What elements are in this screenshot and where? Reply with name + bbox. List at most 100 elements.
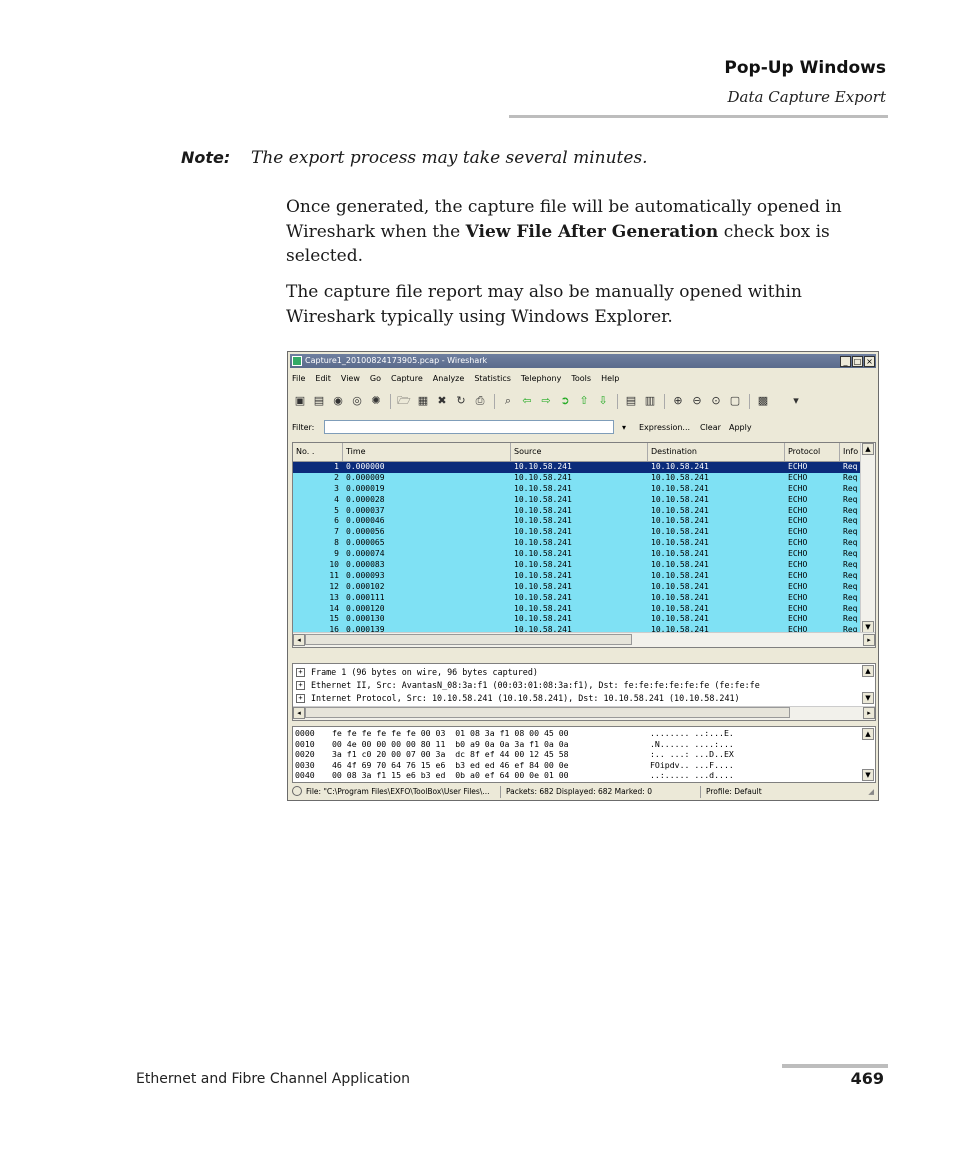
packet-row[interactable]: 10 0.000083 10.10.58.241 10.10.58.241 ECHO Re… bbox=[293, 560, 861, 571]
packet-row[interactable]: 5 0.000037 10.10.58.241 10.10.58.241 ECHO Req bbox=[293, 505, 861, 517]
resize-grip-icon[interactable]: ◢ bbox=[868, 785, 874, 799]
detail-ethernet[interactable]: + Ethernet II, Src: AvantasN_08:3a:f1 (00… bbox=[296, 679, 760, 692]
packet-row[interactable]: 4 0.000028 10.10.58.241 10.10.58.241 ECHO Req bbox=[293, 494, 861, 506]
print-icon[interactable]: ⎙ bbox=[472, 393, 488, 409]
packet-row[interactable]: 9 0.000074 10.10.58.241 10.10.58.241 ECHO Req bbox=[293, 549, 861, 561]
start-capture-icon[interactable]: ◉ bbox=[330, 393, 346, 409]
zoom-out-icon[interactable]: ⊖ bbox=[689, 393, 705, 409]
apply-button[interactable]: Apply bbox=[729, 420, 752, 436]
page-header-subtitle: Data Capture Export bbox=[727, 88, 886, 106]
expand-icon[interactable]: + bbox=[296, 694, 305, 703]
interfaces-icon[interactable]: ▣ bbox=[292, 393, 308, 409]
scroll-right-icon[interactable]: ▸ bbox=[863, 707, 875, 719]
status-profile[interactable]: Profile: Default bbox=[706, 785, 762, 799]
save-icon[interactable]: ▦ bbox=[415, 393, 431, 409]
expand-icon[interactable]: + bbox=[296, 668, 305, 677]
status-indicator-icon[interactable] bbox=[292, 786, 302, 796]
hex-line[interactable]: 0030 46 4f 69 70 64 76 15 e6 b3 ed ed 46 … bbox=[295, 760, 855, 771]
packet-row[interactable]: 14 0.000120 10.10.58.241 10.10.58.241 ECHO Re… bbox=[293, 603, 861, 615]
packet-source: 10.10.58.241 bbox=[514, 472, 572, 482]
colorize-icon[interactable]: ▤ bbox=[623, 393, 639, 409]
scroll-right-icon[interactable]: ▸ bbox=[863, 634, 875, 646]
resize-columns-icon[interactable]: ▢ bbox=[727, 393, 743, 409]
filter-input[interactable] bbox=[324, 420, 614, 434]
hex-line[interactable]: 0020 3a f1 c0 20 00 07 00 3a dc 8f ef 44 … bbox=[295, 749, 855, 760]
packet-list-hscrollbar[interactable]: ◂ ▸ bbox=[293, 632, 875, 647]
hex-line[interactable]: 0000 fe fe fe fe fe fe 00 03 01 08 3a f1 … bbox=[295, 728, 855, 739]
restart-capture-icon[interactable]: ✺ bbox=[368, 393, 384, 409]
scroll-up-icon[interactable]: ▲ bbox=[862, 728, 874, 740]
detail-frame[interactable]: + Frame 1 (96 bytes on wire, 96 bytes cap… bbox=[296, 666, 538, 679]
close-file-icon[interactable]: ✖ bbox=[434, 393, 450, 409]
menu-telephony[interactable]: Telephony bbox=[521, 374, 561, 383]
details-hscroll-thumb[interactable] bbox=[305, 707, 790, 718]
packet-row[interactable]: 1 0.000000 10.10.58.241 10.10.58.241 ECHO Req bbox=[293, 462, 861, 473]
find-icon[interactable]: ⌕ bbox=[500, 393, 516, 409]
autoscroll-icon[interactable]: ▥ bbox=[642, 393, 658, 409]
packet-no: 13 bbox=[329, 592, 339, 602]
detail-ip[interactable]: + Internet Protocol, Src: 10.10.58.241 (1… bbox=[296, 692, 740, 705]
scroll-up-icon[interactable]: ▲ bbox=[862, 443, 874, 455]
go-to-packet-icon[interactable]: ➲ bbox=[557, 393, 573, 409]
expression-button[interactable]: Expression... bbox=[639, 420, 690, 436]
menu-statistics[interactable]: Statistics bbox=[474, 374, 511, 383]
capture-filters-icon[interactable]: ▩ bbox=[755, 393, 771, 409]
column-no[interactable]: No. . bbox=[293, 443, 343, 461]
stop-capture-icon[interactable]: ◎ bbox=[349, 393, 365, 409]
minimize-icon[interactable]: _ bbox=[840, 356, 851, 367]
last-packet-icon[interactable]: ⇩ bbox=[595, 393, 611, 409]
scroll-up-icon[interactable]: ▲ bbox=[862, 665, 874, 677]
packet-time: 0.000074 bbox=[346, 549, 385, 559]
menu-capture[interactable]: Capture bbox=[391, 374, 423, 383]
reload-icon[interactable]: ↻ bbox=[453, 393, 469, 409]
packet-time: 0.000111 bbox=[346, 592, 385, 602]
hex-offset: 0050 bbox=[295, 781, 315, 783]
packet-row[interactable]: 11 0.000093 10.10.58.241 10.10.58.241 ECHO Re… bbox=[293, 570, 861, 582]
hex-line[interactable]: 0050 00 00 00 00 00 00 6f 8d d8 cc 00 00 … bbox=[295, 781, 855, 783]
menu-help[interactable]: Help bbox=[601, 374, 619, 383]
menu-go[interactable]: Go bbox=[370, 374, 381, 383]
packet-row[interactable]: 12 0.000102 10.10.58.241 10.10.58.241 ECHO Re… bbox=[293, 581, 861, 593]
column-time[interactable]: Time bbox=[343, 443, 511, 461]
packet-row[interactable]: 6 0.000046 10.10.58.241 10.10.58.241 ECHO Req bbox=[293, 516, 861, 528]
menu-file[interactable]: File bbox=[292, 374, 305, 383]
hscroll-thumb[interactable] bbox=[305, 634, 632, 645]
menu-edit[interactable]: Edit bbox=[315, 374, 331, 383]
expand-icon[interactable]: + bbox=[296, 681, 305, 690]
column-source[interactable]: Source bbox=[511, 443, 648, 461]
capture-options-icon[interactable]: ▤ bbox=[311, 393, 327, 409]
packet-no: 7 bbox=[334, 527, 339, 537]
packet-row[interactable]: 8 0.000065 10.10.58.241 10.10.58.241 ECHO Req bbox=[293, 538, 861, 550]
close-icon[interactable]: × bbox=[864, 356, 875, 367]
menu-view[interactable]: View bbox=[341, 374, 360, 383]
first-packet-icon[interactable]: ⇧ bbox=[576, 393, 592, 409]
clear-button[interactable]: Clear bbox=[700, 420, 721, 436]
menu-analyze[interactable]: Analyze bbox=[433, 374, 465, 383]
hex-line[interactable]: 0040 00 08 3a f1 15 e6 b3 ed 0b a0 ef 64 … bbox=[295, 770, 855, 781]
scroll-down-icon[interactable]: ▼ bbox=[862, 769, 874, 781]
packet-row[interactable]: 13 0.000111 10.10.58.241 10.10.58.241 ECHO Re… bbox=[293, 592, 861, 604]
zoom-in-icon[interactable]: ⊕ bbox=[670, 393, 686, 409]
scroll-left-icon[interactable]: ◂ bbox=[293, 634, 305, 646]
menu-tools[interactable]: Tools bbox=[571, 374, 591, 383]
packet-time: 0.000037 bbox=[346, 505, 385, 515]
packet-row[interactable]: 3 0.000019 10.10.58.241 10.10.58.241 ECHO Req bbox=[293, 483, 861, 495]
packet-list-vscrollbar[interactable]: ▲ ▼ bbox=[860, 443, 875, 633]
zoom-normal-icon[interactable]: ⊙ bbox=[708, 393, 724, 409]
column-protocol[interactable]: Protocol bbox=[785, 443, 840, 461]
hex-line[interactable]: 0010 00 4e 00 00 00 00 80 11 b0 a9 0a 0a … bbox=[295, 739, 855, 750]
toolbar-more-icon[interactable]: ▾ bbox=[788, 393, 804, 409]
scroll-down-icon[interactable]: ▼ bbox=[862, 692, 874, 704]
packet-destination: 10.10.58.241 bbox=[651, 538, 709, 548]
column-destination[interactable]: Destination bbox=[648, 443, 785, 461]
forward-icon[interactable]: ⇨ bbox=[538, 393, 554, 409]
packet-row[interactable]: 2 0.000009 10.10.58.241 10.10.58.241 ECHO Req bbox=[293, 472, 861, 484]
packet-row[interactable]: 7 0.000056 10.10.58.241 10.10.58.241 ECHO Req bbox=[293, 527, 861, 539]
maximize-icon[interactable]: □ bbox=[852, 356, 863, 367]
details-hscrollbar[interactable]: ◂ ▸ bbox=[293, 706, 875, 720]
packet-row[interactable]: 15 0.000130 10.10.58.241 10.10.58.241 ECHO Re… bbox=[293, 614, 861, 626]
back-icon[interactable]: ⇦ bbox=[519, 393, 535, 409]
scroll-left-icon[interactable]: ◂ bbox=[293, 707, 305, 719]
filter-dropdown-icon[interactable]: ▾ bbox=[622, 420, 626, 436]
open-icon[interactable]: 🗁 bbox=[396, 393, 412, 409]
